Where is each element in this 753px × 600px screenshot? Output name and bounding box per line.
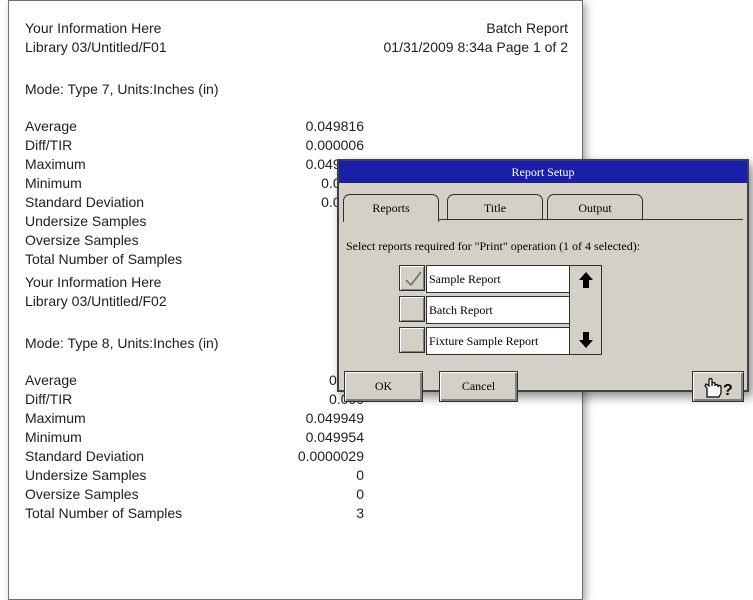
report-setup-dialog: Report Setup Reports Title Output Select…: [337, 159, 749, 402]
report-title: Batch Report: [486, 20, 568, 36]
stat-label: Average: [25, 118, 77, 134]
stats-labels-1: Average Diff/TIR Maximum Minimum Standar…: [25, 117, 182, 269]
tab-title[interactable]: Title: [447, 194, 543, 220]
stat-value: 0.049949: [305, 410, 364, 426]
stat-label: Total Number of Samples: [25, 251, 183, 267]
stat-label: Standard Deviation: [25, 448, 145, 464]
stats-labels-2: Average Diff/TIR Maximum Minimum Standar…: [25, 371, 182, 523]
stat-label: Diff/TIR: [25, 391, 73, 407]
help-button[interactable]: ?: [692, 371, 744, 402]
arrow-up-icon: [579, 272, 593, 288]
scroll-up-button[interactable]: [570, 266, 601, 294]
list-scrollbar[interactable]: [569, 265, 602, 355]
report-datetime-page: 01/31/2009 8:34a Page 1 of 2: [383, 39, 569, 55]
mode-line-2: Mode: Type 8, Units:Inches (in): [25, 335, 219, 351]
tab-output[interactable]: Output: [547, 194, 643, 220]
fixture-sample-report-checkbox[interactable]: [399, 327, 425, 353]
company-name: Your Information Here: [25, 20, 162, 36]
library-path-2: Library 03/Untitled/F02: [25, 293, 167, 309]
stat-label: Total Number of Samples: [25, 505, 183, 521]
cancel-button[interactable]: Cancel: [439, 371, 518, 402]
dialog-title[interactable]: Report Setup: [339, 161, 747, 183]
stat-label: Average: [25, 372, 77, 388]
arrow-down-icon: [579, 332, 593, 348]
stat-value: 0.0000029: [297, 448, 364, 464]
ok-button[interactable]: OK: [344, 371, 423, 402]
sample-report-label[interactable]: Sample Report: [426, 265, 571, 293]
scroll-down-button[interactable]: [570, 326, 601, 354]
stat-value: 0.049816: [305, 118, 364, 134]
batch-report-checkbox[interactable]: [399, 296, 425, 322]
tab-reports[interactable]: Reports: [343, 194, 439, 222]
stat-value: 0: [356, 486, 364, 502]
pointing-hand-question-icon: ?: [704, 377, 733, 399]
svg-text:?: ?: [723, 382, 733, 399]
stat-label: Oversize Samples: [25, 486, 139, 502]
checkmark-icon: [405, 271, 422, 287]
stat-label: Minimum: [25, 175, 82, 191]
stat-label: Minimum: [25, 429, 82, 445]
sample-report-checkbox[interactable]: [399, 265, 425, 291]
stat-label: Maximum: [25, 156, 86, 172]
stat-label: Undersize Samples: [25, 467, 147, 483]
stat-value: 0: [356, 467, 364, 483]
stat-label: Undersize Samples: [25, 213, 147, 229]
fixture-sample-report-label[interactable]: Fixture Sample Report: [426, 327, 571, 355]
stat-label: Standard Deviation: [25, 194, 145, 210]
mode-line: Mode: Type 7, Units:Inches (in): [25, 81, 219, 97]
stat-label: Oversize Samples: [25, 232, 139, 248]
stat-label: Maximum: [25, 410, 86, 426]
batch-report-label[interactable]: Batch Report: [426, 296, 571, 324]
company-name-2: Your Information Here: [25, 274, 162, 290]
library-path: Library 03/Untitled/F01: [25, 39, 167, 55]
stat-value: 3: [356, 505, 364, 521]
stat-value: 0.000006: [305, 137, 364, 153]
stat-label: Diff/TIR: [25, 137, 73, 153]
instruction-text: Select reports required for "Print" oper…: [346, 239, 641, 253]
stat-value: 0.049954: [305, 429, 364, 445]
